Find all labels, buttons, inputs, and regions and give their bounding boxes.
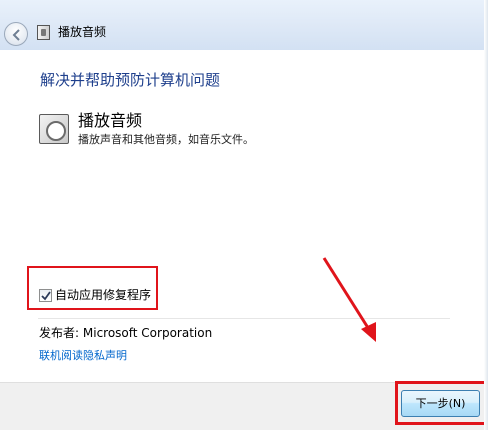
title-bar: 播放音频 — [0, 0, 488, 50]
red-arrow-annotation — [322, 257, 376, 342]
auto-repair-label[interactable]: 自动应用修复程序 — [55, 288, 151, 303]
troubleshooter-title: 播放音频 — [78, 111, 143, 130]
publisher-label: 发布者: — [39, 326, 80, 340]
troubleshooter-description: 播放声音和其他音频，如音乐文件。 — [78, 133, 254, 146]
window-edge — [484, 0, 488, 430]
speaker-icon — [39, 114, 69, 144]
checkmark-icon — [41, 291, 51, 301]
window-title: 播放音频 — [58, 25, 107, 39]
highlight-box-next — [395, 381, 487, 425]
back-button[interactable] — [4, 22, 28, 46]
audio-troubleshooter-icon — [37, 25, 50, 40]
divider — [38, 318, 450, 319]
publisher-line: 发布者: Microsoft Corporation — [39, 326, 212, 341]
back-arrow-icon — [12, 29, 20, 41]
privacy-statement-link[interactable]: 联机阅读隐私声明 — [39, 349, 127, 363]
auto-repair-checkbox[interactable] — [39, 289, 52, 302]
publisher-name: Microsoft Corporation — [82, 326, 213, 340]
page-heading: 解决并帮助预防计算机问题 — [40, 71, 221, 89]
